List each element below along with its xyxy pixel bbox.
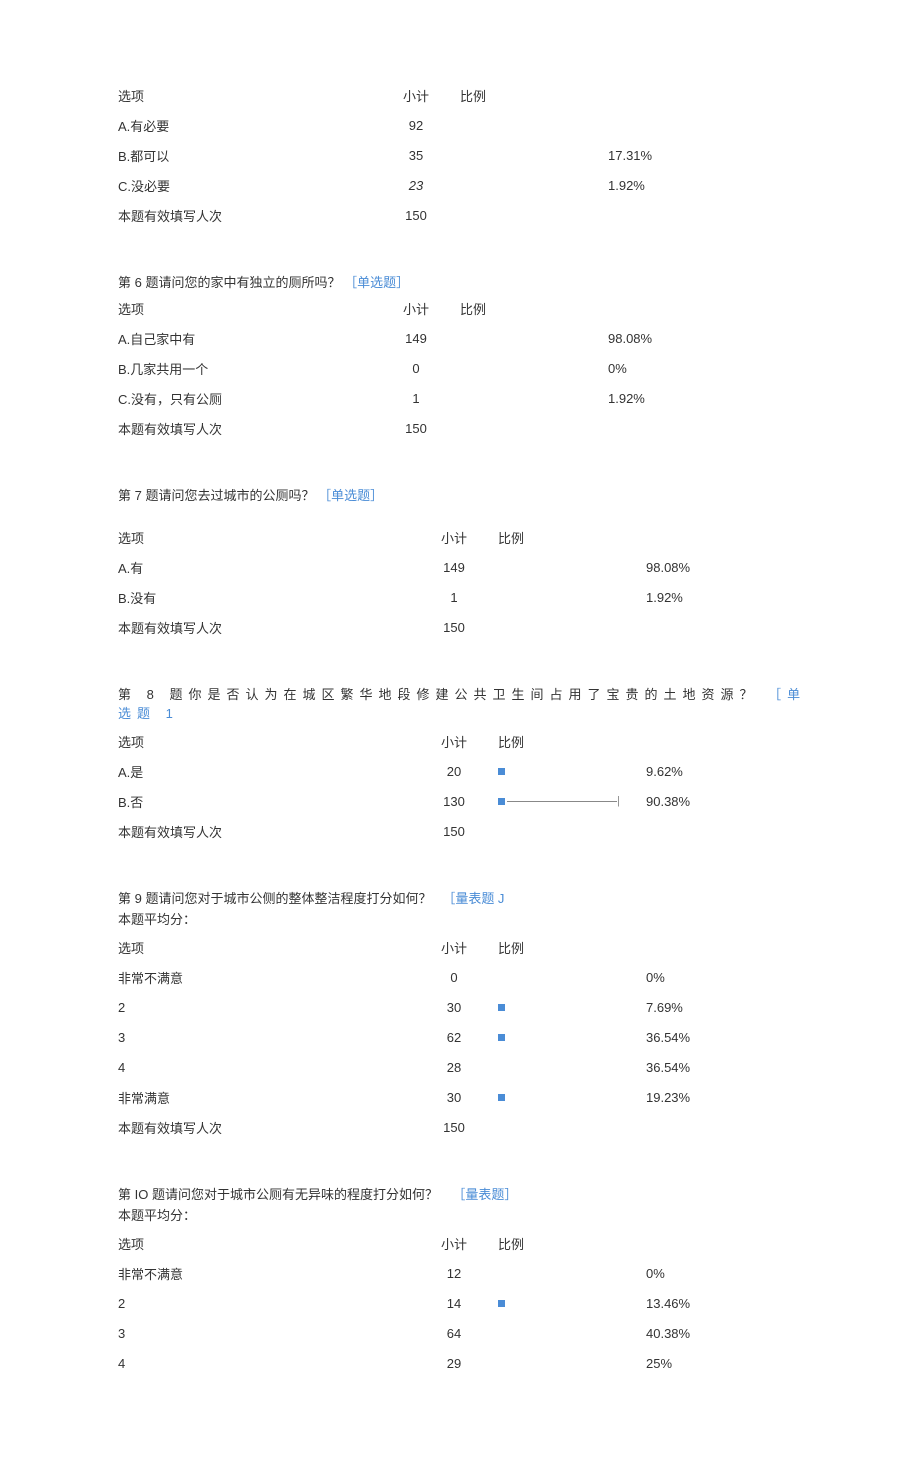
question-title: 第 9 题请问您对于城市公侧的整体整洁程度打分如何？ ［量表题 J (118, 888, 810, 907)
question-tag: ［量表题］ (452, 1187, 517, 1202)
question-8: 第 8 题你是否认为在城区繁华地段修建公共卫生间占用了宝贵的土地资源？ ［单选题… (118, 684, 810, 846)
table-row: C.没有，只有公厕 1 1.92% (118, 383, 810, 413)
question-5: 选项 小计 比例 A.有必要 92 B.都可以 35 17.31% C.没必要 … (118, 80, 810, 230)
table-row: C.没必要 23 1.92% (118, 170, 810, 200)
table-row: 4 28 36.54% (118, 1052, 810, 1082)
question-tag: ［量表题 J (442, 891, 504, 906)
total-row: 本题有效填写人次 150 (118, 200, 810, 230)
avg-label: 本题平均分： (118, 909, 810, 928)
bar-marker-icon (498, 768, 505, 775)
header-row: 选项 小计 比例 (118, 726, 810, 756)
header-row: 选项 小计 比例 (118, 522, 810, 552)
table-row: 非常满意 30 19.23% (118, 1082, 810, 1112)
table-row: 2 30 7.69% (118, 992, 810, 1022)
table-row: 3 64 40.38% (118, 1318, 810, 1348)
table-row: A.有 149 98.08% (118, 552, 810, 582)
bar-marker-icon (498, 1034, 505, 1041)
question-title: 第 8 题你是否认为在城区繁华地段修建公共卫生间占用了宝贵的土地资源？ ［单选题… (118, 684, 810, 722)
col-ratio: 比例 (452, 86, 608, 105)
question-9: 第 9 题请问您对于城市公侧的整体整洁程度打分如何？ ［量表题 J 本题平均分：… (118, 888, 810, 1142)
question-6: 第 6 题请问您的家中有独立的厕所吗？ ［单选题］ 选项 小计 比例 A.自己家… (118, 272, 810, 443)
col-option: 选项 (118, 86, 380, 105)
table-row: A.是 20 9.62% (118, 756, 810, 786)
header-row: 选项 小计 比例 (118, 293, 810, 323)
table-row: 3 62 36.54% (118, 1022, 810, 1052)
question-tag: ［单选题］ (318, 488, 383, 503)
table-row: 非常不满意 12 0% (118, 1258, 810, 1288)
header-row: 选项 小计 比例 (118, 80, 810, 110)
question-10: 第 IO 题请问您对于城市公厕有无异味的程度打分如何？ ［量表题］ 本题平均分：… (118, 1184, 810, 1378)
col-count: 小计 (380, 86, 452, 105)
table-row: A.有必要 92 (118, 110, 810, 140)
total-row: 本题有效填写人次 150 (118, 612, 810, 642)
question-title: 第 7 题请问您去过城市的公厕吗？ ［单选题］ (118, 485, 810, 504)
header-row: 选项 小计 比例 (118, 1228, 810, 1258)
header-row: 选项 小计 比例 (118, 932, 810, 962)
bar-marker-icon (498, 1004, 505, 1011)
question-title: 第 IO 题请问您对于城市公厕有无异味的程度打分如何？ ［量表题］ (118, 1184, 810, 1203)
question-7: 第 7 题请问您去过城市的公厕吗？ ［单选题］ 选项 小计 比例 A.有 149… (118, 485, 810, 642)
table-row: B.否 130 | 90.38% (118, 786, 810, 816)
table-row: B.几家共用一个 0 0% (118, 353, 810, 383)
bar-line (507, 801, 617, 802)
total-row: 本题有效填写人次 150 (118, 816, 810, 846)
table-row: B.没有 1 1.92% (118, 582, 810, 612)
table-row: B.都可以 35 17.31% (118, 140, 810, 170)
total-row: 本题有效填写人次 150 (118, 1112, 810, 1142)
bar-marker-icon (498, 798, 505, 805)
table-row: 非常不满意 0 0% (118, 962, 810, 992)
table-row: 4 29 25% (118, 1348, 810, 1378)
question-tag: ［单选题］ (344, 275, 409, 290)
avg-label: 本题平均分： (118, 1205, 810, 1224)
question-title: 第 6 题请问您的家中有独立的厕所吗？ ［单选题］ (118, 272, 810, 291)
total-row: 本题有效填写人次 150 (118, 413, 810, 443)
bar-marker-icon (498, 1094, 505, 1101)
table-row: A.自己家中有 149 98.08% (118, 323, 810, 353)
table-row: 2 14 13.46% (118, 1288, 810, 1318)
